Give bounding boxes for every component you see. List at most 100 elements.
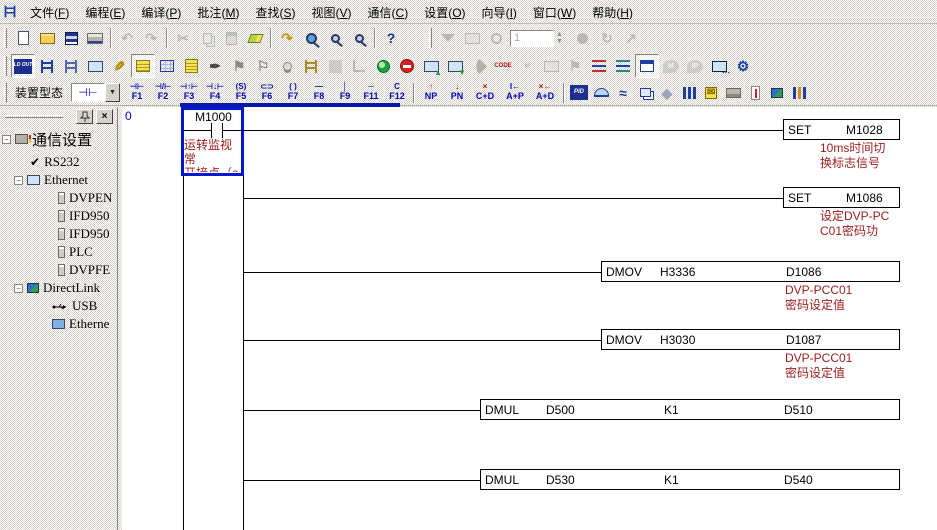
monitor-filter-button[interactable] bbox=[436, 26, 460, 50]
save-button[interactable] bbox=[59, 26, 83, 50]
monitor-edit-button[interactable] bbox=[460, 26, 484, 50]
remote-link-button[interactable] bbox=[467, 54, 491, 78]
paste-button[interactable] bbox=[219, 26, 243, 50]
pin-button[interactable] bbox=[76, 109, 93, 124]
stop-monitor-button[interactable] bbox=[571, 26, 595, 50]
ap-button[interactable]: I←A+P bbox=[500, 81, 530, 105]
edit-line-teal-button[interactable] bbox=[611, 54, 635, 78]
tree-node-comm-settings[interactable]: − 通信设置 bbox=[2, 128, 92, 150]
tree-node-plc[interactable]: PLC bbox=[58, 243, 93, 261]
menu-compile[interactable]: 编译(P) bbox=[133, 0, 189, 24]
m-device-button[interactable]: M bbox=[659, 54, 683, 78]
goto-button[interactable]: ↗ bbox=[619, 26, 643, 50]
f7-out-button[interactable]: ( )F7 bbox=[280, 81, 306, 105]
redo-button[interactable]: ↷ bbox=[139, 26, 163, 50]
collapse-icon[interactable]: − bbox=[14, 284, 23, 293]
tree-node-dvpen[interactable]: DVPEN bbox=[58, 189, 112, 207]
draw-line-button[interactable]: ↷ bbox=[275, 26, 299, 50]
menu-options[interactable]: 设置(O) bbox=[416, 0, 473, 24]
ladder-view-button[interactable] bbox=[35, 54, 59, 78]
bar-graph-button[interactable] bbox=[678, 82, 700, 104]
menu-wizard[interactable]: 向导(I) bbox=[474, 0, 525, 24]
disk-button[interactable] bbox=[722, 82, 744, 104]
network-monitor-button[interactable]: ⋯ bbox=[707, 54, 731, 78]
f11-button[interactable]: ─F11 bbox=[358, 81, 384, 105]
toolbar-grip[interactable] bbox=[429, 28, 432, 48]
instruction-box[interactable]: SET M1086 bbox=[783, 187, 900, 208]
f2-contact-button[interactable]: ⊣/⊢F2 bbox=[150, 81, 176, 105]
undo-button[interactable]: ↶ bbox=[115, 26, 139, 50]
options-gear-button[interactable]: ⚙ bbox=[731, 54, 755, 78]
wave-button[interactable]: ≈ bbox=[612, 82, 634, 104]
instruction-box[interactable]: DMUL D530 K1 D540 bbox=[480, 469, 900, 490]
collapse-icon[interactable]: − bbox=[14, 176, 23, 185]
f3-contact-button[interactable]: ⊣↑⊢F3 bbox=[176, 81, 202, 105]
new-file-button[interactable] bbox=[11, 26, 35, 50]
diamond-button[interactable]: ◆ bbox=[656, 82, 678, 104]
color-marks-button[interactable] bbox=[766, 82, 788, 104]
tree-node-dvpfe[interactable]: DVPFE bbox=[58, 261, 110, 279]
mail-button[interactable]: ✉ bbox=[700, 82, 722, 104]
edit-line-red-button[interactable] bbox=[587, 54, 611, 78]
upload-pc-button[interactable]: ▲ bbox=[419, 54, 443, 78]
comment-flag2-button[interactable]: ⚐ bbox=[251, 54, 275, 78]
ladder-editor[interactable]: 0 M1000 运转监视常 开接点（a SET M1028 10ms时间切换标志… bbox=[122, 107, 937, 530]
copy-button[interactable] bbox=[195, 26, 219, 50]
f8-hline-button[interactable]: —F8 bbox=[306, 81, 332, 105]
tree-node-ifd950-2[interactable]: IFD950 bbox=[58, 225, 109, 243]
flag-monitor-button[interactable]: ⚑ bbox=[563, 54, 587, 78]
collapse-icon[interactable]: − bbox=[2, 135, 11, 144]
tree-node-ifd950-1[interactable]: IFD950 bbox=[58, 207, 109, 225]
menu-window[interactable]: 窗口(W) bbox=[525, 0, 584, 24]
menu-program[interactable]: 编程(E) bbox=[77, 0, 133, 24]
thermometer-button[interactable] bbox=[744, 82, 766, 104]
ip-setting-button[interactable]: IP bbox=[683, 54, 707, 78]
zoom-in-button[interactable] bbox=[323, 26, 347, 50]
corner-button[interactable] bbox=[347, 54, 371, 78]
hint-bulb-button[interactable] bbox=[275, 54, 299, 78]
help-button[interactable]: ? bbox=[379, 26, 403, 50]
comment-flag-button[interactable]: ⚑ bbox=[227, 54, 251, 78]
code-convert-button[interactable]: CODE bbox=[491, 54, 515, 78]
f5-set-button[interactable]: (S)F5 bbox=[228, 81, 254, 105]
close-panel-button[interactable]: × bbox=[96, 109, 113, 124]
gauge-button[interactable] bbox=[590, 82, 612, 104]
device-monitor-button[interactable] bbox=[539, 54, 563, 78]
erase-button[interactable] bbox=[243, 26, 267, 50]
instruction-box[interactable]: DMOV H3336 D1086 bbox=[601, 261, 900, 282]
ladder-comment-button[interactable] bbox=[299, 54, 323, 78]
print-button[interactable] bbox=[83, 26, 107, 50]
cut-button[interactable]: ✂ bbox=[171, 26, 195, 50]
tree-node-ethernet[interactable]: − Ethernet bbox=[14, 171, 88, 189]
layers-button[interactable] bbox=[634, 82, 656, 104]
tree-node-rs232[interactable]: ✔ RS232 bbox=[30, 153, 79, 171]
instruction-box[interactable]: DMOV H3030 D1087 bbox=[601, 329, 900, 350]
simulator-button[interactable] bbox=[371, 54, 395, 78]
refresh-button[interactable]: ↻ bbox=[595, 26, 619, 50]
toolbar-grip[interactable] bbox=[4, 56, 7, 76]
pn-button[interactable]: ↓PN bbox=[444, 81, 470, 105]
time-button[interactable] bbox=[484, 26, 508, 50]
menu-view[interactable]: 视图(V) bbox=[303, 0, 359, 24]
project-tree-button[interactable] bbox=[131, 54, 155, 78]
zoom-level-field[interactable]: 1 bbox=[510, 30, 554, 47]
tree-node-ethernet2[interactable]: Etherne bbox=[52, 315, 109, 333]
menu-search[interactable]: 查找(S) bbox=[247, 0, 303, 24]
block-button[interactable] bbox=[323, 54, 347, 78]
menu-communication[interactable]: 通信(C) bbox=[360, 0, 417, 24]
toolbar-grip[interactable] bbox=[4, 83, 7, 103]
bar-graph2-button[interactable] bbox=[788, 82, 810, 104]
instruction-box[interactable]: DMUL D500 K1 D510 bbox=[480, 399, 900, 420]
code-check-button[interactable]: ⇄ bbox=[515, 54, 539, 78]
f1-contact-button[interactable]: ⊣⊢F1 bbox=[124, 81, 150, 105]
pid-button[interactable]: PID bbox=[568, 82, 590, 104]
menu-file[interactable]: 文件(F) bbox=[22, 0, 77, 24]
np-button[interactable]: ↑NP bbox=[418, 81, 444, 105]
device-type-dropdown[interactable]: ⊣⊢ ▼ bbox=[71, 83, 120, 102]
download-pc-button[interactable]: ▼ bbox=[443, 54, 467, 78]
open-file-button[interactable] bbox=[35, 26, 59, 50]
zoom-out-button[interactable] bbox=[347, 26, 371, 50]
f6-coil-button[interactable]: ⊂⊃F6 bbox=[254, 81, 280, 105]
edit-mode-button[interactable]: ✎ bbox=[107, 54, 131, 78]
zoom-button[interactable] bbox=[299, 26, 323, 50]
